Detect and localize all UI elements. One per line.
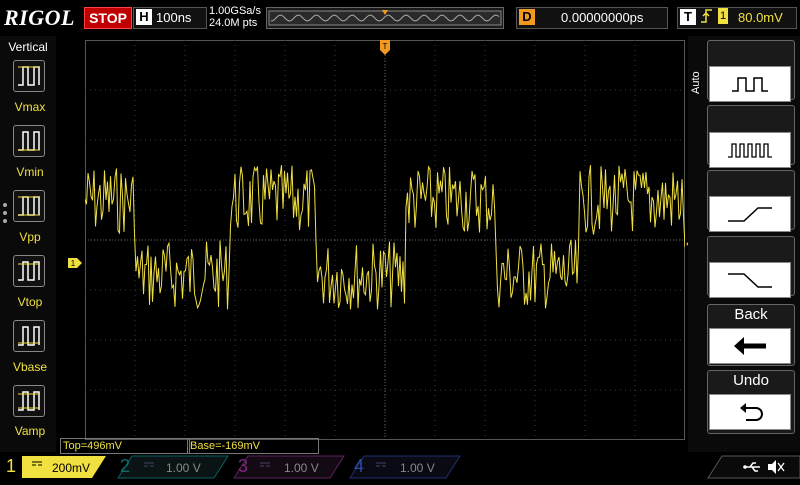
pulse-train-icon [709,132,791,168]
trigger-source: 1 [718,8,728,24]
ch3-scale: 1.00 V [284,461,319,475]
ch4-scale: 1.00 V [400,461,435,475]
ch3-number: 3 [238,456,249,476]
ch1-scale: 200mV [52,461,91,475]
vpp-icon [18,196,40,216]
rigol-logo: RIGOL [4,5,75,30]
ch2-number: 2 [120,456,131,476]
vmin-icon [18,131,40,151]
square-wave-icon [709,66,791,102]
delay-value: 0.00000000ps [561,10,644,25]
ch1-number: 1 [6,456,17,476]
ch2-scale: 1.00 V [166,461,201,475]
back-label: Back [734,306,768,323]
undo-label: Undo [733,372,769,389]
top-measurement: Top=496mV [60,438,190,454]
horizontal-label: H [136,9,152,25]
waveform-graticule[interactable] [85,40,685,440]
trigger-position-marker[interactable]: T [380,40,390,56]
vmin-button[interactable] [13,125,45,157]
back-arrow-icon [709,328,791,364]
ch1-waveform-trace [85,165,685,310]
trigger-label: T [680,9,696,25]
falling-ramp-icon [709,262,791,298]
trigger-marker-label: T [383,42,388,51]
ch1-marker-label: 1 [71,259,76,268]
vpp-label: Vpp [19,230,41,244]
ch4-number: 4 [354,456,365,476]
delay-label: D [519,9,535,25]
vamp-button[interactable] [13,385,45,417]
vtop-label: Vtop [17,295,43,309]
vmin-label: Vmin [16,165,44,179]
vamp-icon [18,391,40,411]
vtop-button[interactable] [13,255,45,287]
page-dot-icon [3,203,7,207]
memory-depth: 24.0M pts [209,17,258,29]
base-measurement: Base=-169mV [187,438,319,454]
vbase-icon [18,326,40,346]
vpp-button[interactable] [13,190,45,222]
menu-title: Vertical [8,40,48,54]
rising-edge-icon [700,8,714,27]
vmax-button[interactable] [13,60,45,92]
trigger-level-value: 80.0mV [738,10,783,25]
acquisition-info: 1.00GSa/s 24.0M pts [209,5,261,29]
auto-label-container: Auto [688,56,702,96]
vtop-icon [18,261,40,281]
timebase-value: 100ns [156,10,192,25]
rising-ramp-icon [709,196,791,232]
sample-rate: 1.00GSa/s [209,5,261,17]
vmax-label: Vmax [14,100,46,114]
ch1-offset-marker[interactable]: 1 [68,255,82,268]
auto-label: Auto [690,71,702,94]
page-dot-icon [3,219,7,223]
run-stop-indicator[interactable]: STOP [84,7,132,29]
memory-waveform-overview [268,10,502,26]
vbase-button[interactable] [13,320,45,352]
undo-icon [709,394,791,430]
status-icons [704,454,800,480]
vbase-label: Vbase [12,360,48,374]
memory-position-bar[interactable] [266,7,504,29]
page-dot-icon [3,211,7,215]
grid-lines [85,40,685,440]
vamp-label: Vamp [14,424,46,438]
vmax-icon [18,66,40,86]
